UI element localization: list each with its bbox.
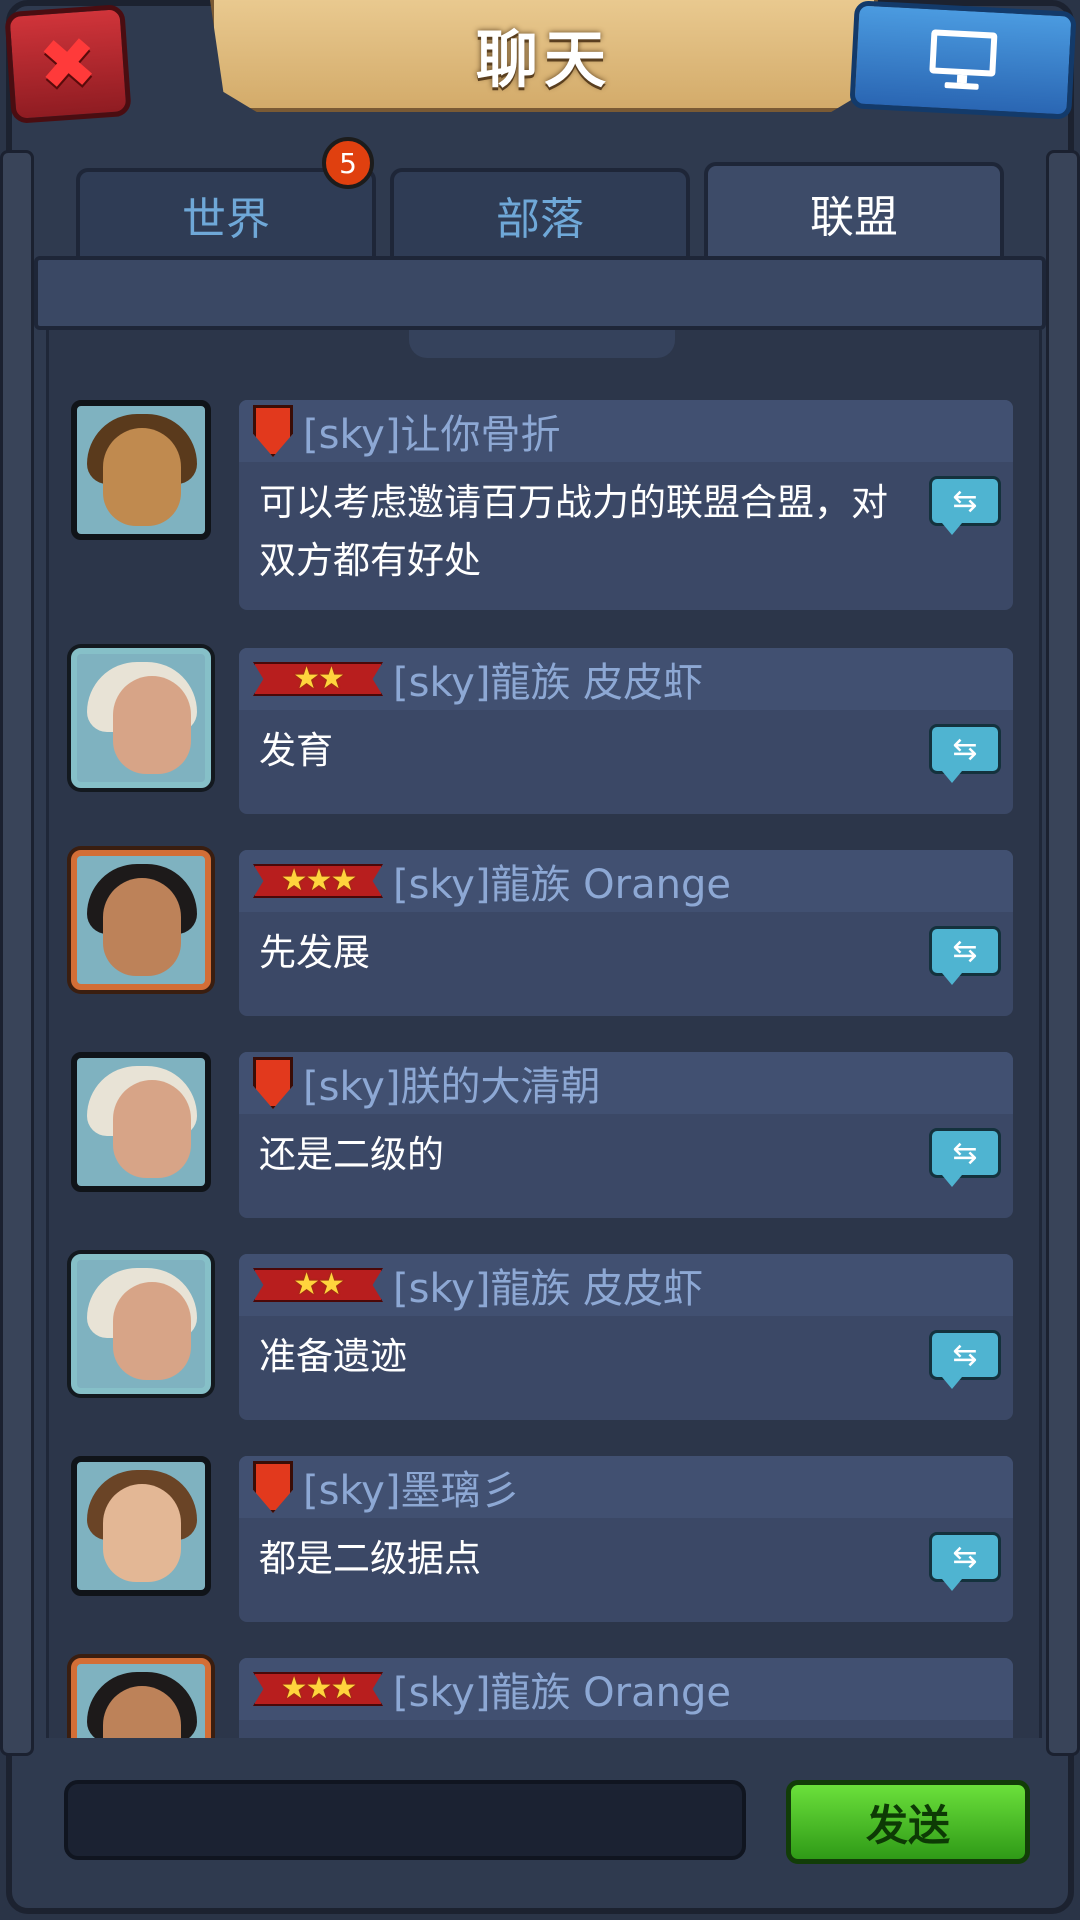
message-text: 可以考虑邀请百万战力的联盟合盟，对双方都有好处 xyxy=(259,481,888,582)
right-stone-border xyxy=(1046,150,1080,1756)
sender-name[interactable]: [sky]朕的大清朝 xyxy=(303,1054,600,1112)
translate-icon: ⇆ xyxy=(952,1539,978,1575)
avatar[interactable] xyxy=(71,1254,211,1394)
avatar[interactable] xyxy=(71,648,211,788)
message-bubble: [sky]朕的大清朝 还是二级的 ⇆ xyxy=(239,1052,1013,1218)
avatar[interactable] xyxy=(71,1658,211,1738)
sender-name[interactable]: [sky]龍族 Orange xyxy=(393,1660,731,1718)
sender-name[interactable]: [sky]墨璃彡 xyxy=(303,1458,520,1516)
message-bubble: [sky]墨璃彡 都是二级据点 ⇆ xyxy=(239,1456,1013,1622)
translate-button[interactable]: ⇆ xyxy=(929,1128,1001,1187)
translate-icon: ⇆ xyxy=(952,933,978,969)
shield-rank-icon xyxy=(253,405,293,457)
sender-name[interactable]: [sky]龍族 皮皮虾 xyxy=(393,1256,703,1314)
avatar[interactable] xyxy=(71,1052,211,1192)
close-button[interactable]: ✖ xyxy=(4,3,132,125)
translate-button[interactable]: ⇆ xyxy=(929,1330,1001,1389)
shield-rank-icon xyxy=(253,1057,293,1109)
monitor-icon xyxy=(929,29,998,90)
translate-button[interactable]: ⇆ xyxy=(929,476,1001,535)
star-rank-ribbon: ★★★ xyxy=(253,1672,383,1706)
scroll-top-tab xyxy=(409,330,675,358)
screen-mode-button[interactable] xyxy=(849,0,1077,120)
chat-input[interactable] xyxy=(64,1780,746,1860)
tab-bar-strip xyxy=(34,256,1046,330)
message-bubble: [sky]让你骨折 可以考虑邀请百万战力的联盟合盟，对双方都有好处 ⇆ xyxy=(239,400,1013,610)
star-rank-ribbon: ★★★ xyxy=(253,864,383,898)
send-button[interactable]: 发送 xyxy=(786,1780,1030,1864)
avatar[interactable] xyxy=(71,400,211,540)
rank-stars: ★★★ xyxy=(280,863,358,898)
translate-button[interactable]: ⇆ xyxy=(929,926,1001,985)
message-bubble: ★★★ [sky]龍族 Orange xyxy=(239,1658,1013,1738)
message-text: 先发展 xyxy=(259,931,370,974)
translate-icon: ⇆ xyxy=(952,1337,978,1373)
avatar[interactable] xyxy=(71,1456,211,1596)
tab-tribe[interactable]: 部落 xyxy=(390,168,690,258)
sender-name[interactable]: [sky]让你骨折 xyxy=(303,402,560,460)
sender-name[interactable]: [sky]龍族 皮皮虾 xyxy=(393,650,703,708)
message-bubble: ★★★ [sky]龍族 Orange 先发展 ⇆ xyxy=(239,850,1013,1016)
translate-button[interactable]: ⇆ xyxy=(929,1532,1001,1591)
star-rank-ribbon: ★★ xyxy=(253,662,383,696)
unread-badge: 5 xyxy=(322,137,374,189)
title-banner: 聊天 xyxy=(210,0,878,112)
tab-alliance[interactable]: 联盟 xyxy=(704,162,1004,260)
avatar[interactable] xyxy=(71,850,211,990)
star-rank-ribbon: ★★ xyxy=(253,1268,383,1302)
translate-button[interactable]: ⇆ xyxy=(929,724,1001,783)
sender-name[interactable]: [sky]龍族 Orange xyxy=(393,852,731,910)
translate-icon: ⇆ xyxy=(952,483,978,519)
translate-icon: ⇆ xyxy=(952,731,978,767)
left-stone-border xyxy=(0,150,34,1756)
page-title: 聊天 xyxy=(475,23,612,96)
chat-message-list[interactable]: [sky]让你骨折 可以考虑邀请百万战力的联盟合盟，对双方都有好处 ⇆ ★★ [… xyxy=(46,330,1042,1738)
message-text: 还是二级的 xyxy=(259,1133,444,1176)
rank-stars: ★★ xyxy=(293,661,345,696)
rank-stars: ★★ xyxy=(293,1267,345,1302)
close-icon: ✖ xyxy=(35,21,101,107)
translate-icon: ⇆ xyxy=(952,1135,978,1171)
rank-stars: ★★★ xyxy=(280,1671,358,1706)
message-bubble: ★★ [sky]龍族 皮皮虾 准备遗迹 ⇆ xyxy=(239,1254,1013,1420)
message-bubble: ★★ [sky]龍族 皮皮虾 发育 ⇆ xyxy=(239,648,1013,814)
message-text: 准备遗迹 xyxy=(259,1335,407,1378)
message-text: 发育 xyxy=(259,729,333,772)
shield-rank-icon xyxy=(253,1461,293,1513)
message-text: 都是二级据点 xyxy=(259,1537,481,1580)
